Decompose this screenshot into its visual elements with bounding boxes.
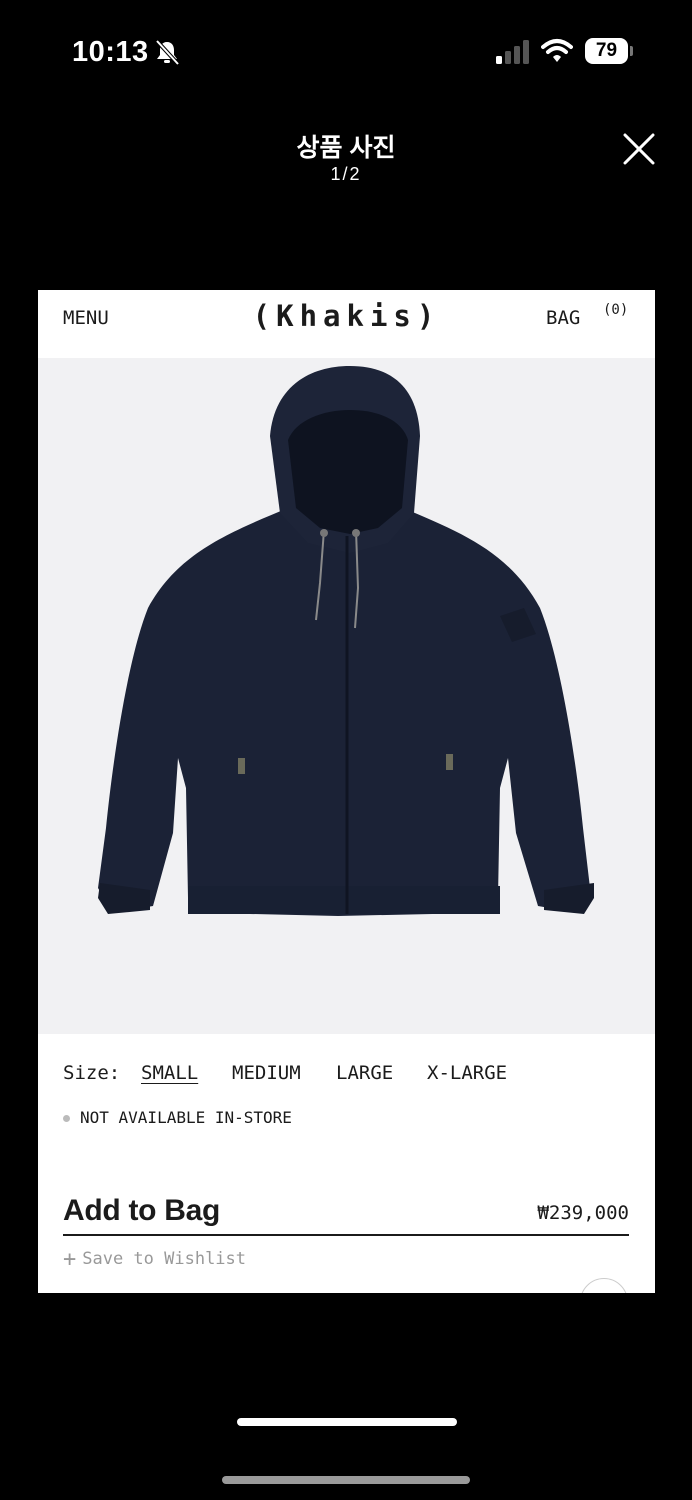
viewer-title: 상품 사진 [296,134,396,162]
product-screenshot: MENU (Khakis) BAG (0) Size: SMALL MEDIUM… [38,290,655,1293]
product-image [38,358,655,1034]
size-option-medium[interactable]: MEDIUM [232,1062,301,1084]
availability-text: NOT AVAILABLE IN-STORE [80,1108,292,1127]
save-to-wishlist-link[interactable]: + Save to Wishlist [63,1247,246,1272]
status-bar: 10:13 79 [0,0,692,100]
product-price: ₩239,000 [537,1202,629,1224]
floating-button-edge [580,1278,628,1293]
jacket-illustration [98,366,594,916]
size-option-x-large[interactable]: X-LARGE [427,1062,507,1084]
signal-icon [496,40,529,64]
close-icon[interactable] [622,132,656,166]
size-label: Size: [63,1062,121,1084]
size-option-large[interactable]: LARGE [336,1062,393,1084]
wifi-icon [541,39,573,62]
status-dot-icon [63,1115,70,1122]
home-indicator[interactable] [222,1476,470,1484]
size-option-small[interactable]: SMALL [141,1062,198,1084]
add-to-bag-button[interactable]: Add to Bag ₩239,000 [63,1194,629,1236]
plus-icon: + [63,1247,77,1272]
battery-icon: 79 [585,38,633,64]
site-nav: MENU (Khakis) BAG (0) [38,290,655,358]
viewer-header: 상품 사진 1/2 [0,120,692,200]
status-time: 10:13 [72,36,149,68]
bag-count: (0) [603,302,629,318]
wishlist-label: Save to Wishlist [82,1249,247,1269]
bag-link[interactable]: BAG [546,307,580,329]
bell-off-icon [155,39,180,66]
image-counter: 1/2 [330,164,362,184]
add-to-bag-label: Add to Bag [63,1194,220,1227]
battery-level: 79 [595,40,618,61]
page-indicator [237,1418,457,1426]
availability-status: NOT AVAILABLE IN-STORE [63,1108,292,1127]
